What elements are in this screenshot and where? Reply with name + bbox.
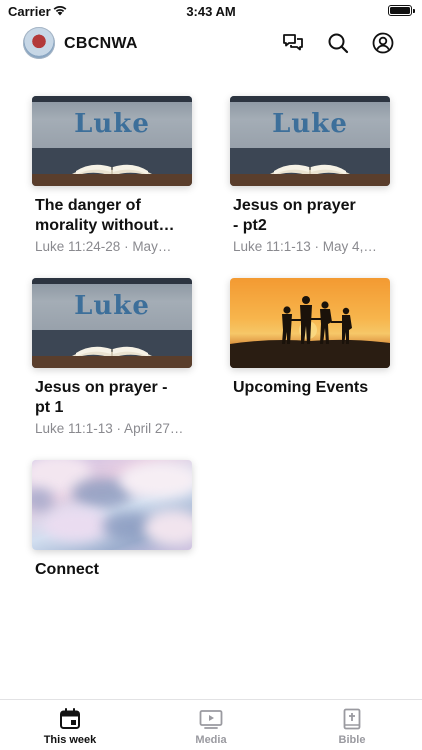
- calendar-icon: [60, 708, 80, 729]
- thumbnail-word: Luke: [74, 109, 150, 139]
- card-title: Connect: [35, 561, 99, 578]
- search-button[interactable]: [325, 30, 351, 56]
- media-card[interactable]: Luke The danger of morality without… Luk…: [32, 96, 192, 255]
- thumbnail-word: Luke: [272, 109, 348, 139]
- card-title: The danger of morality without…: [35, 197, 175, 234]
- status-time: 3:43 AM: [186, 4, 236, 19]
- sermon-thumbnail: Luke: [32, 96, 192, 186]
- tab-this-week[interactable]: This week: [0, 708, 140, 746]
- chat-button[interactable]: [280, 30, 306, 56]
- media-card[interactable]: Connect: [32, 460, 192, 580]
- church-logo[interactable]: [23, 27, 55, 59]
- search-icon: [328, 33, 349, 54]
- battery-icon: [388, 5, 415, 16]
- tab-media[interactable]: Media: [141, 708, 281, 746]
- card-title: Jesus on prayer - pt2: [233, 197, 356, 234]
- card-subtitle: Luke 11:1-13 · April 27…: [35, 421, 184, 436]
- tab-bar: This week Media Bible: [0, 699, 422, 750]
- bible-icon: [343, 708, 361, 730]
- tab-label: This week: [43, 734, 97, 746]
- app-title: CBCNWA: [64, 35, 138, 52]
- profile-button[interactable]: [370, 30, 396, 56]
- chat-icon: [283, 34, 303, 51]
- media-card[interactable]: Luke Jesus on prayer - pt 1 Luke 11:1-13…: [32, 278, 192, 437]
- card-subtitle: Luke 11:24-28 · May…: [35, 239, 172, 254]
- family-sunset-thumbnail: [230, 278, 390, 368]
- app-header: CBCNWA: [0, 26, 422, 62]
- sermon-thumbnail: Luke: [32, 278, 192, 368]
- tab-label: Media: [195, 734, 227, 746]
- sermon-thumbnail: Luke: [230, 96, 390, 186]
- thumbnail-word: Luke: [74, 291, 150, 321]
- play-icon: [199, 710, 223, 729]
- media-card[interactable]: Luke Jesus on prayer - pt2 Luke 11:1-13 …: [230, 96, 390, 255]
- profile-icon: [372, 32, 394, 54]
- media-card[interactable]: Upcoming Events: [230, 278, 390, 398]
- family-silhouette-image: [230, 296, 390, 368]
- tab-label: Bible: [338, 734, 366, 746]
- clouds-thumbnail: [32, 460, 192, 550]
- card-title: Upcoming Events: [233, 379, 369, 396]
- tab-bible[interactable]: Bible: [282, 708, 422, 746]
- card-title: Jesus on prayer - pt 1: [35, 379, 168, 416]
- card-subtitle: Luke 11:1-13 · May 4,…: [233, 239, 377, 254]
- status-bar: Carrier 3:43 AM: [0, 0, 422, 24]
